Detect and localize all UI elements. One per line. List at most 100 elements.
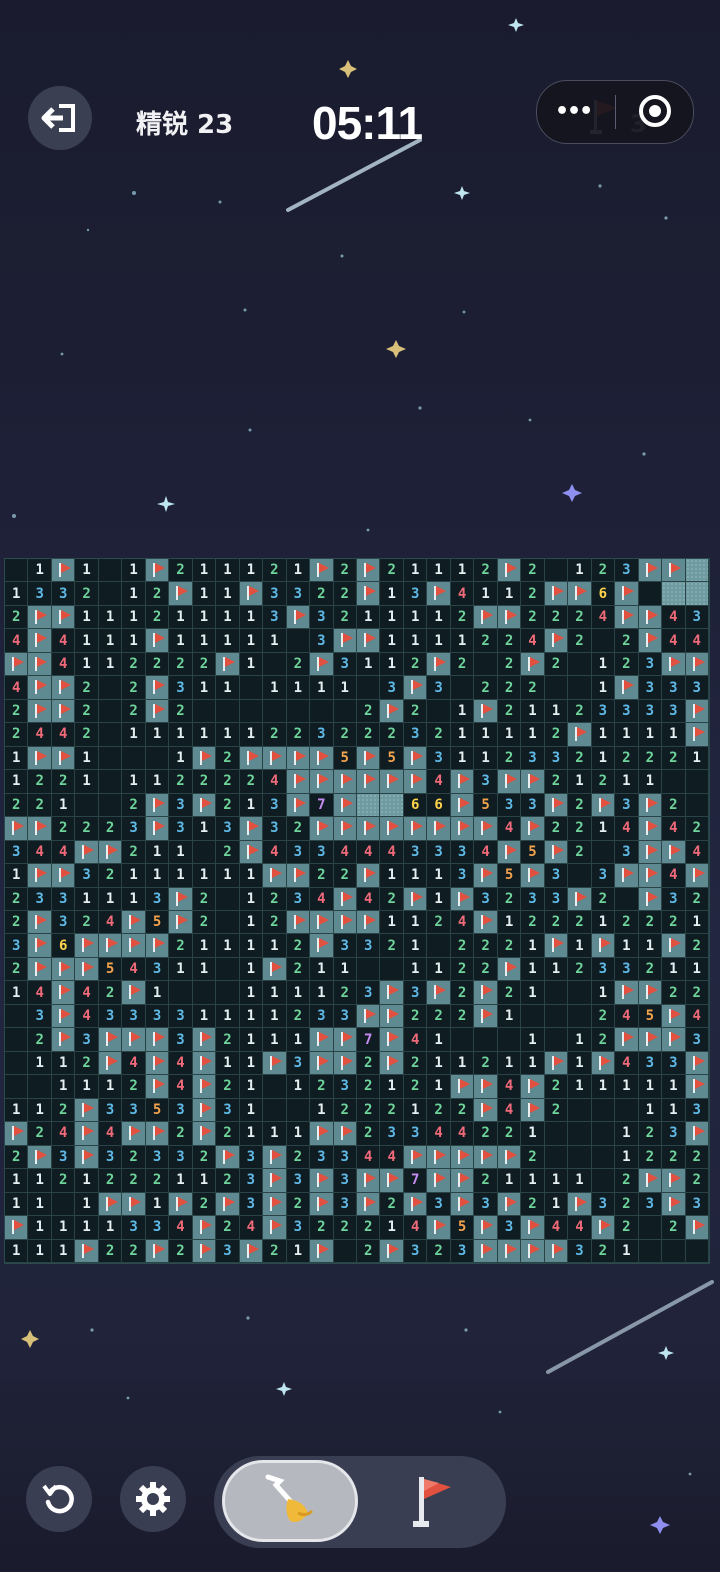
number-cell[interactable]: 3 (98, 1145, 123, 1170)
number-cell[interactable]: 2 (122, 1075, 146, 1099)
number-cell[interactable]: 5 (474, 793, 498, 818)
flagged-cell[interactable] (662, 1004, 686, 1029)
number-cell[interactable]: 2 (357, 1216, 381, 1240)
flagged-cell[interactable] (662, 934, 686, 958)
number-cell[interactable]: 2 (357, 699, 381, 724)
flagged-cell[interactable] (51, 699, 76, 724)
flagged-cell[interactable] (685, 652, 709, 677)
number-cell[interactable]: 1 (591, 1075, 616, 1099)
number-cell[interactable]: 2 (192, 911, 217, 935)
number-cell[interactable]: 1 (5, 770, 29, 794)
flagged-cell[interactable] (685, 1075, 709, 1099)
number-cell[interactable]: 1 (638, 934, 663, 958)
number-cell[interactable]: 2 (662, 1145, 686, 1170)
number-cell[interactable]: 4 (357, 840, 381, 865)
number-cell[interactable]: 1 (122, 629, 146, 653)
number-cell[interactable]: 1 (357, 605, 381, 630)
number-cell[interactable]: 1 (497, 582, 522, 606)
flagged-cell[interactable] (591, 1051, 616, 1076)
number-cell[interactable]: 1 (497, 911, 522, 935)
number-cell[interactable]: 6 (427, 793, 451, 818)
flagged-cell[interactable] (474, 1239, 498, 1263)
number-cell[interactable]: 1 (638, 1075, 663, 1099)
number-cell[interactable]: 4 (380, 840, 404, 865)
number-cell[interactable]: 1 (474, 582, 498, 606)
number-cell[interactable]: 1 (169, 840, 193, 865)
number-cell[interactable]: 3 (615, 957, 639, 982)
flagged-cell[interactable] (145, 1028, 170, 1052)
flagged-cell[interactable] (450, 1192, 475, 1217)
flag-mode-button[interactable] (396, 1470, 468, 1534)
number-cell[interactable]: 3 (662, 1051, 686, 1076)
more-dots-icon[interactable]: ••• (555, 99, 593, 124)
number-cell[interactable]: 1 (75, 1192, 99, 1217)
number-cell[interactable]: 1 (497, 1051, 522, 1076)
number-cell[interactable]: 3 (310, 629, 334, 653)
number-cell[interactable]: 2 (497, 746, 522, 771)
number-cell[interactable]: 1 (615, 1239, 639, 1263)
flagged-cell[interactable] (474, 1098, 498, 1123)
flagged-cell[interactable] (239, 746, 264, 771)
number-cell[interactable]: 4 (497, 1075, 522, 1099)
flagged-cell[interactable] (427, 817, 451, 841)
flagged-cell[interactable] (474, 699, 498, 724)
empty-cell[interactable] (216, 957, 240, 982)
number-cell[interactable]: 4 (169, 1216, 193, 1240)
flagged-cell[interactable] (263, 1216, 287, 1240)
flagged-cell[interactable] (568, 1192, 592, 1217)
empty-cell[interactable] (98, 582, 123, 606)
flagged-cell[interactable] (662, 1192, 686, 1217)
number-cell[interactable]: 2 (75, 1051, 99, 1076)
empty-cell[interactable] (98, 676, 123, 700)
flagged-cell[interactable] (75, 1098, 99, 1123)
number-cell[interactable]: 4 (51, 629, 76, 653)
number-cell[interactable]: 3 (333, 1075, 357, 1099)
number-cell[interactable]: 1 (98, 605, 123, 630)
number-cell[interactable]: 3 (122, 1216, 146, 1240)
number-cell[interactable]: 3 (122, 1004, 146, 1029)
empty-cell[interactable] (263, 1098, 287, 1123)
flagged-cell[interactable] (638, 1028, 663, 1052)
number-cell[interactable]: 2 (5, 605, 29, 630)
number-cell[interactable]: 2 (427, 723, 451, 747)
number-cell[interactable]: 3 (5, 840, 29, 865)
flagged-cell[interactable] (427, 1169, 451, 1193)
flagged-cell[interactable] (51, 746, 76, 771)
number-cell[interactable]: 2 (568, 911, 592, 935)
empty-cell[interactable] (638, 582, 663, 606)
number-cell[interactable]: 2 (544, 817, 569, 841)
number-cell[interactable]: 2 (286, 652, 311, 677)
number-cell[interactable]: 1 (427, 864, 451, 888)
number-cell[interactable]: 1 (239, 1028, 264, 1052)
number-cell[interactable]: 3 (310, 1004, 334, 1029)
flagged-cell[interactable] (380, 770, 404, 794)
empty-cell[interactable] (544, 1145, 569, 1170)
flagged-cell[interactable] (450, 887, 475, 911)
number-cell[interactable]: 3 (685, 1098, 709, 1123)
number-cell[interactable]: 3 (544, 746, 569, 771)
number-cell[interactable]: 2 (568, 699, 592, 724)
empty-cell[interactable] (638, 1239, 663, 1263)
flagged-cell[interactable] (403, 817, 428, 841)
flagged-cell[interactable] (615, 582, 639, 606)
empty-cell[interactable] (591, 1145, 616, 1170)
number-cell[interactable]: 4 (28, 981, 52, 1005)
number-cell[interactable]: 2 (75, 911, 99, 935)
number-cell[interactable]: 2 (497, 699, 522, 724)
flagged-cell[interactable] (474, 911, 498, 935)
number-cell[interactable]: 4 (521, 629, 545, 653)
number-cell[interactable]: 3 (239, 1169, 264, 1193)
number-cell[interactable]: 4 (450, 582, 475, 606)
flagged-cell[interactable] (286, 770, 311, 794)
number-cell[interactable]: 1 (239, 864, 264, 888)
number-cell[interactable]: 2 (544, 723, 569, 747)
number-cell[interactable]: 2 (333, 864, 357, 888)
number-cell[interactable]: 2 (192, 887, 217, 911)
flagged-cell[interactable] (216, 1145, 240, 1170)
number-cell[interactable]: 3 (427, 1192, 451, 1217)
number-cell[interactable]: 2 (286, 1004, 311, 1029)
flagged-cell[interactable] (357, 1192, 381, 1217)
empty-cell[interactable] (169, 981, 193, 1005)
number-cell[interactable]: 2 (5, 723, 29, 747)
number-cell[interactable]: 3 (28, 582, 52, 606)
